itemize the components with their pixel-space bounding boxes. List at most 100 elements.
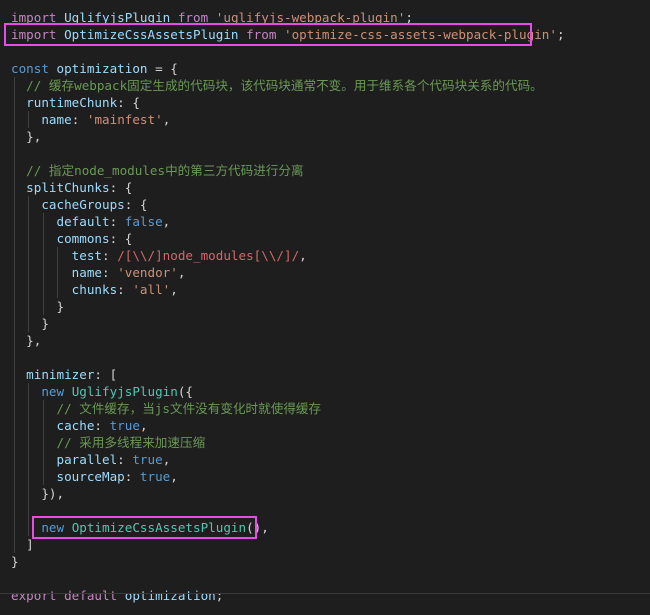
code-line[interactable]: cache: true,	[11, 417, 148, 434]
code-token: ,	[177, 265, 186, 280]
code-token: :	[124, 469, 140, 484]
code-line[interactable]: ]	[11, 536, 34, 553]
code-token: ,	[162, 112, 171, 127]
code-token: true	[139, 469, 171, 484]
code-token: ,	[170, 282, 178, 297]
code-line[interactable]: }	[11, 298, 64, 315]
code-line[interactable]: test: /[\\/]node_modules[\\/]/,	[11, 247, 307, 264]
code-token: cacheGroups	[41, 197, 125, 212]
code-token: name	[41, 112, 72, 127]
code-line[interactable]: runtimeChunk: {	[11, 94, 140, 111]
code-token: }	[11, 554, 19, 569]
code-token: // 采用多线程来加速压缩	[56, 435, 206, 450]
code-token: : {	[109, 180, 133, 195]
code-line[interactable]: // 文件缓存，当js文件没有变化时就使得缓存	[11, 400, 322, 417]
code-token: }	[11, 299, 65, 314]
code-token: ,	[299, 248, 307, 263]
highlight-import-optimize-css	[4, 23, 532, 46]
code-line[interactable]: cacheGroups: {	[11, 196, 147, 213]
code-line[interactable]: }),	[11, 485, 64, 502]
code-token: minimizer	[26, 367, 95, 382]
code-token: new	[41, 384, 65, 399]
code-line[interactable]: commons: {	[11, 230, 133, 247]
code-token: :	[102, 265, 118, 280]
code-line[interactable]: name: 'vendor',	[11, 264, 186, 281]
code-token: = {	[147, 61, 178, 76]
code-line[interactable]: // 缓存webpack固定生成的代码块，该代码块通常不变。用于维系各个代码块关…	[11, 77, 543, 94]
code-line[interactable]: default: false,	[11, 213, 171, 230]
code-token: :	[71, 112, 87, 127]
code-token: ;	[215, 588, 224, 603]
code-token: // 指定node_modules中的第三方代码进行分离	[26, 163, 304, 178]
code-token: ;	[556, 27, 565, 42]
code-token: default	[56, 214, 110, 229]
code-token: test	[71, 248, 103, 263]
code-line[interactable]: name: 'mainfest',	[11, 111, 170, 128]
code-line[interactable]: // 指定node_modules中的第三方代码进行分离	[11, 162, 304, 179]
code-line[interactable]: parallel: true,	[11, 451, 171, 468]
code-token: }),	[11, 486, 65, 501]
code-token: name	[71, 265, 103, 280]
code-token: parallel	[56, 452, 118, 467]
code-token: optimization	[56, 61, 148, 76]
code-token: : {	[117, 95, 140, 110]
code-token: : [	[94, 367, 118, 382]
code-line[interactable]: }	[11, 315, 49, 332]
code-line[interactable]: },	[11, 128, 41, 145]
code-line[interactable]: // 采用多线程来加速压缩	[11, 434, 206, 451]
code-line[interactable]: splitChunks: {	[11, 179, 132, 196]
code-token: :	[94, 418, 110, 433]
code-token: splitChunks	[26, 180, 110, 195]
code-token: // 缓存webpack固定生成的代码块，该代码块通常不变。用于维系各个代码块关…	[26, 78, 543, 93]
code-token: :	[102, 248, 118, 263]
code-token: chunks	[71, 282, 118, 297]
code-line[interactable]: const optimization = {	[11, 60, 178, 77]
code-line[interactable]: sourceMap: true,	[11, 468, 178, 485]
code-token: optimization	[124, 588, 216, 603]
code-token: /[\\/]node_modules[\\/]/	[117, 248, 300, 263]
code-token: const	[11, 61, 49, 76]
code-token: true	[132, 452, 163, 467]
code-editor[interactable]: import UglifyjsPlugin from 'uglifyjs-web…	[0, 0, 650, 615]
code-line[interactable]: }	[11, 553, 19, 570]
code-token: UglifyjsPlugin	[71, 384, 178, 399]
divider	[0, 593, 650, 594]
code-token: false	[124, 214, 163, 229]
code-token: cache	[56, 418, 95, 433]
code-line[interactable]: chunks: 'all',	[11, 281, 178, 298]
code-token: export	[11, 588, 57, 603]
code-token: // 文件缓存，当js文件没有变化时就使得缓存	[56, 401, 322, 416]
code-line[interactable]: new UglifyjsPlugin({	[11, 383, 193, 400]
highlight-new-optimize-css	[32, 516, 257, 539]
code-line[interactable]: minimizer: [	[11, 366, 117, 383]
code-token: ,	[139, 418, 148, 433]
code-line[interactable]: },	[11, 332, 41, 349]
code-token: : {	[109, 231, 133, 246]
code-token: },	[11, 129, 42, 144]
code-token: 'vendor'	[117, 265, 178, 280]
code-token: },	[11, 333, 42, 348]
code-line[interactable]: export default optimization;	[11, 587, 223, 604]
code-token: ]	[11, 537, 34, 552]
